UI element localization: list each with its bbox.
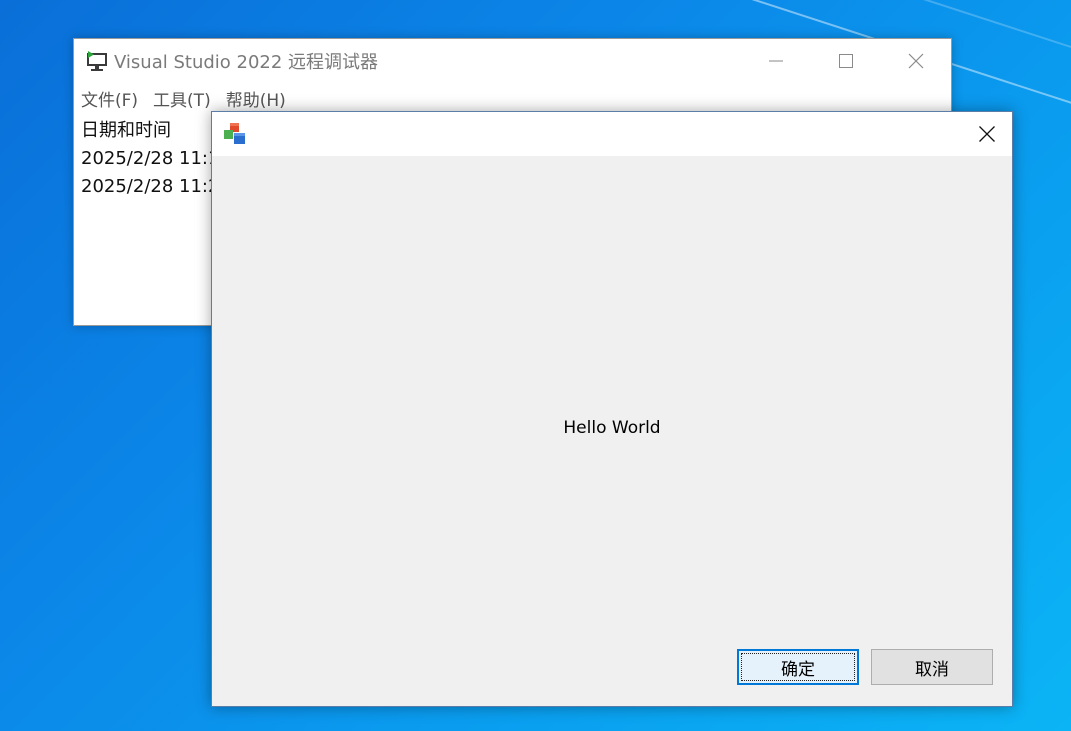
close-button[interactable] bbox=[881, 39, 951, 83]
cancel-button[interactable]: 取消 bbox=[871, 649, 993, 685]
remote-debugger-monitor-icon bbox=[86, 51, 108, 71]
list-item[interactable]: 2025/2/28 11:1 bbox=[81, 145, 219, 173]
menu-tools[interactable]: 工具(T) bbox=[153, 86, 211, 111]
menu-help[interactable]: 帮助(H) bbox=[226, 86, 286, 111]
maximize-icon bbox=[839, 54, 853, 68]
list-item[interactable]: 2025/2/28 11:2 bbox=[81, 173, 219, 201]
minimize-button[interactable] bbox=[741, 39, 811, 83]
dialog-message: Hello World bbox=[563, 418, 661, 438]
window-title: Visual Studio 2022 远程调试器 bbox=[114, 52, 379, 73]
close-icon bbox=[979, 126, 995, 142]
menu-file[interactable]: 文件(F) bbox=[81, 86, 138, 111]
dialog-close-button[interactable] bbox=[962, 112, 1012, 156]
close-icon bbox=[908, 53, 924, 69]
menu-bar: 文件(F) 工具(T) 帮助(H) bbox=[74, 85, 951, 111]
window-titlebar[interactable]: Visual Studio 2022 远程调试器 bbox=[74, 39, 951, 83]
list-header[interactable]: 日期和时间 bbox=[81, 117, 219, 145]
desktop: Visual Studio 2022 远程调试器 文件(F) 工具(T) 帮助(… bbox=[0, 0, 1071, 731]
minimize-icon bbox=[769, 60, 783, 62]
log-list[interactable]: 日期和时间 2025/2/28 11:1 2025/2/28 11:2 bbox=[81, 117, 219, 201]
ok-button[interactable]: 确定 bbox=[737, 649, 859, 685]
maximize-button[interactable] bbox=[811, 39, 881, 83]
message-dialog[interactable]: Hello World 确定 取消 bbox=[211, 111, 1013, 707]
dialog-titlebar[interactable] bbox=[212, 112, 1012, 156]
colored-blocks-icon bbox=[222, 121, 248, 147]
